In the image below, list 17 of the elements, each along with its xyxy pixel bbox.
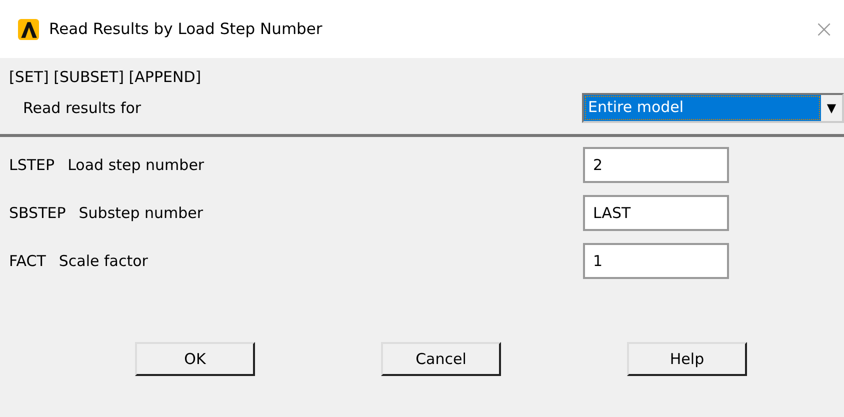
dialog-button[interactable]: Help	[627, 342, 747, 376]
dropdown[interactable]: Entire model ▼	[582, 93, 844, 123]
field-label: Scale factor	[58, 252, 148, 270]
command-code: FACT	[9, 252, 46, 270]
field-label: Load step number	[68, 156, 204, 174]
field-label: Read results for	[23, 99, 142, 117]
window-title: Read Results by Load Step Number	[49, 20, 324, 38]
command-heading: [SET] [SUBSET] [APPEND]	[9, 68, 202, 86]
command-code: LSTEP	[9, 156, 55, 174]
input-field[interactable]: 2	[583, 147, 729, 183]
field-label: Substep number	[78, 204, 204, 222]
dialog-button[interactable]: Cancel	[381, 342, 501, 376]
dialog-button[interactable]: OK	[135, 342, 255, 376]
input-field[interactable]: LAST	[583, 195, 729, 231]
app-logo-icon	[18, 18, 39, 40]
input-field[interactable]: 1	[583, 243, 729, 279]
command-code: SBSTEP	[9, 204, 66, 222]
